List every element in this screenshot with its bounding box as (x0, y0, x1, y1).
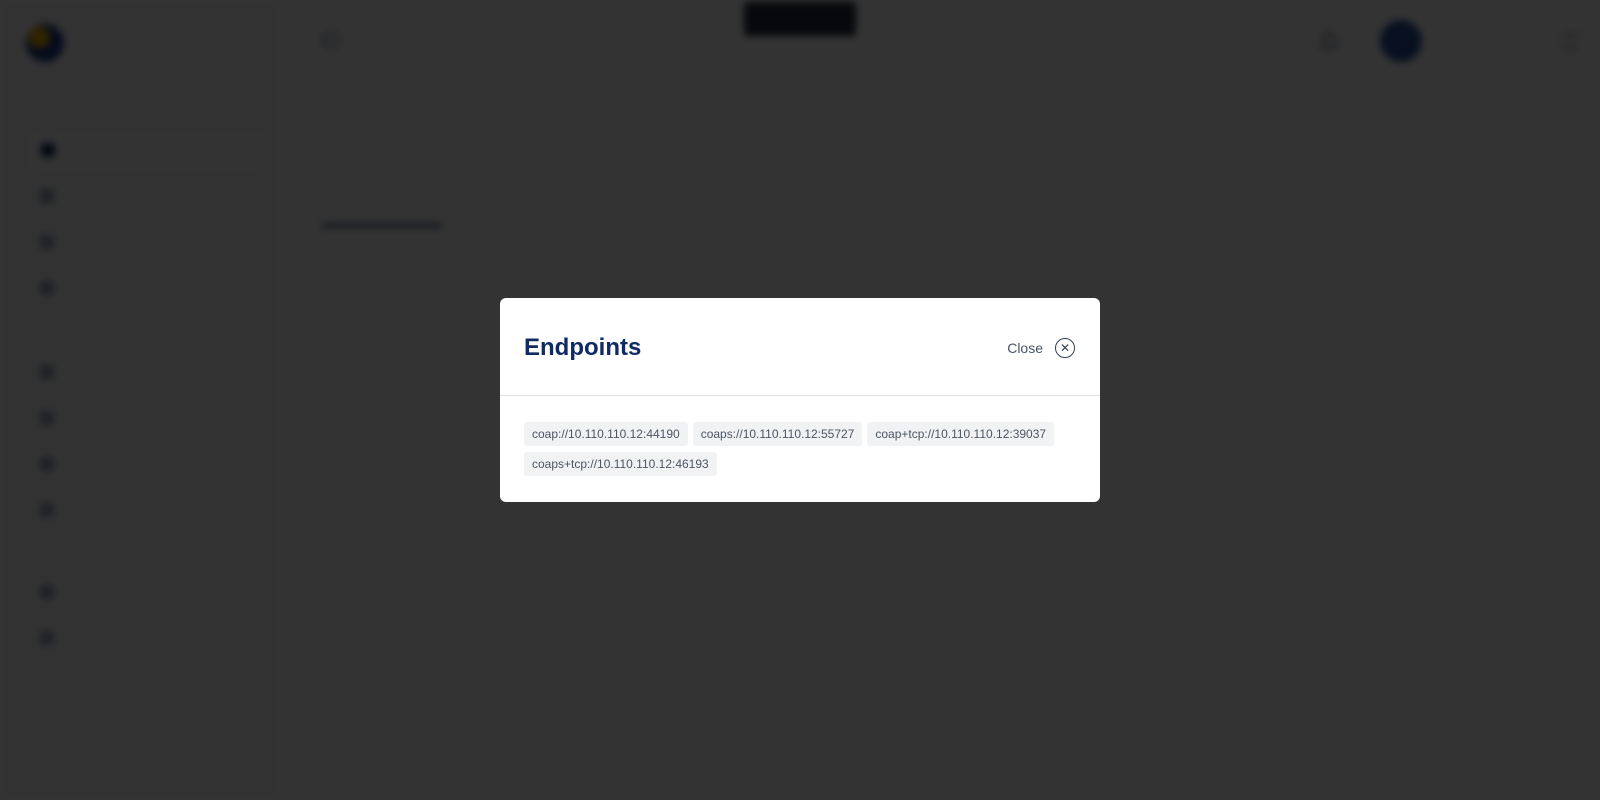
close-circle-icon[interactable]: ✕ (1055, 338, 1075, 358)
modal-header: Endpoints Close ✕ (500, 298, 1100, 396)
endpoint-chip: coap://10.110.110.12:44190 (524, 422, 688, 446)
modal-title: Endpoints (524, 334, 642, 361)
endpoint-chip: coaps+tcp://10.110.110.12:46193 (524, 452, 717, 476)
endpoint-list: coap://10.110.110.12:44190 coaps://10.11… (524, 422, 1076, 476)
endpoint-chip: coap+tcp://10.110.110.12:39037 (867, 422, 1055, 446)
close-label: Close (1007, 340, 1043, 356)
close-button[interactable]: Close ✕ (1007, 338, 1075, 358)
endpoints-modal: Endpoints Close ✕ coap://10.110.110.12:4… (500, 298, 1100, 502)
endpoint-chip: coaps://10.110.110.12:55727 (692, 422, 863, 446)
